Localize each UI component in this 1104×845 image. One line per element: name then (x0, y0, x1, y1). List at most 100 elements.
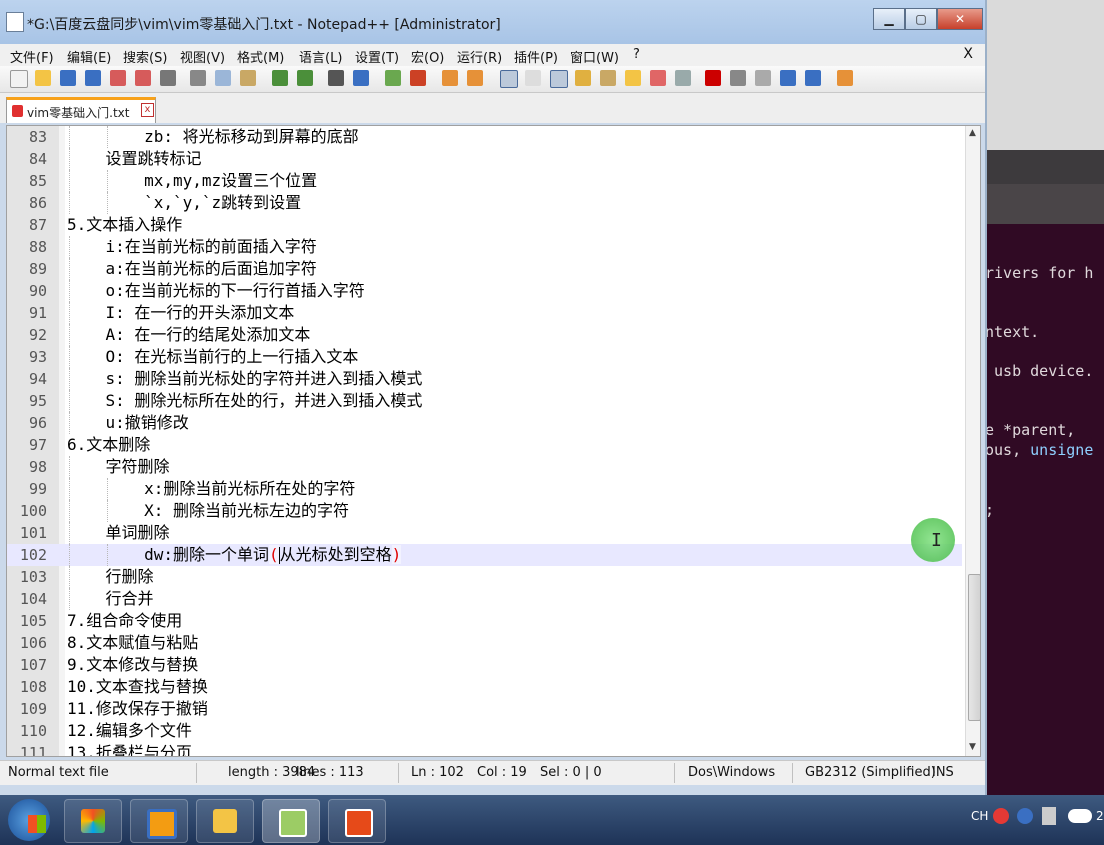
title-bar[interactable]: *G:\百度云盘同步\vim\vim零基础入门.txt - Notepad++ … (0, 0, 985, 44)
editor-line[interactable]: 106 8.文本赋值与粘贴 (7, 632, 962, 654)
word-wrap-icon[interactable] (500, 70, 518, 88)
text-editor[interactable]: 83 zb: 将光标移动到屏幕的底部 84 设置跳转标记 85 mx,my,mz设置… (6, 125, 981, 757)
udl-icon[interactable] (575, 70, 591, 86)
new-file-icon[interactable] (10, 70, 28, 88)
editor-line[interactable]: 109 11.修改保存于撤销 (7, 698, 962, 720)
editor-line[interactable]: 91 I: 在一行的开头添加文本 (7, 302, 962, 324)
editor-line[interactable]: 83 zb: 将光标移动到屏幕的底部 (7, 126, 962, 148)
close-button[interactable]: ✕ (937, 8, 983, 30)
undo-icon[interactable] (272, 70, 288, 86)
save-macro-icon[interactable] (805, 70, 821, 86)
editor-line[interactable]: 104 行合并 (7, 588, 962, 610)
editor-line[interactable]: 101 单词删除 (7, 522, 962, 544)
editor-line[interactable]: 89 a:在当前光标的后面追加字符 (7, 258, 962, 280)
save-icon[interactable] (60, 70, 76, 86)
save-all-icon[interactable] (85, 70, 101, 86)
doc-map-icon[interactable] (600, 70, 616, 86)
menu-language[interactable]: 语言(L) (299, 47, 342, 66)
function-list-icon[interactable] (625, 70, 641, 86)
menu-format[interactable]: 格式(M) (237, 47, 284, 66)
tray-cloud-icon[interactable] (1068, 809, 1092, 823)
menu-settings[interactable]: 设置(T) (355, 47, 399, 66)
minimize-button[interactable]: ▁ (873, 8, 905, 30)
vertical-scrollbar[interactable]: ▲ ▼ (965, 126, 980, 756)
editor-line[interactable]: 88 i:在当前光标的前面插入字符 (7, 236, 962, 258)
editor-line[interactable]: 102 dw:删除一个单词(从光标处到空格) (7, 544, 962, 566)
find-icon[interactable] (328, 70, 344, 86)
editor-line[interactable]: 110 12.编辑多个文件 (7, 720, 962, 742)
tray-clock[interactable]: 2 (1096, 809, 1104, 823)
indent-guide-icon[interactable] (550, 70, 568, 88)
editor-line[interactable]: 111 13.折叠栏与分页 (7, 742, 962, 756)
menu-window[interactable]: 窗口(W) (570, 47, 619, 66)
zoom-out-icon[interactable] (410, 70, 426, 86)
taskbar-app-vmware[interactable] (130, 799, 188, 843)
editor-line[interactable]: 105 7.组合命令使用 (7, 610, 962, 632)
cut-icon[interactable] (190, 70, 206, 86)
scrollbar-thumb[interactable] (968, 574, 980, 721)
menu-macro[interactable]: 宏(O) (411, 47, 444, 66)
editor-line[interactable]: 90 o:在当前光标的下一行行首插入字符 (7, 280, 962, 302)
tray-language[interactable]: CH (971, 809, 988, 823)
editor-line[interactable]: 97 6.文本删除 (7, 434, 962, 456)
tab-document[interactable]: vim零基础入门.txt x (6, 97, 156, 123)
editor-line[interactable]: 107 9.文本修改与替换 (7, 654, 962, 676)
tray-network-icon[interactable] (1042, 807, 1056, 825)
editor-line[interactable]: 100 X: 删除当前光标左边的字符 (7, 500, 962, 522)
play-macro-icon[interactable] (755, 70, 771, 86)
menu-search[interactable]: 搜索(S) (123, 47, 167, 66)
monitoring-icon[interactable] (675, 70, 691, 86)
editor-line[interactable]: 84 设置跳转标记 (7, 148, 962, 170)
close-file-icon[interactable] (110, 70, 126, 86)
scroll-up-icon[interactable]: ▲ (969, 128, 976, 138)
tray-help-icon[interactable] (1017, 808, 1033, 824)
tray-sogou-icon[interactable] (993, 808, 1009, 824)
window-title: *G:\百度云盘同步\vim\vim零基础入门.txt - Notepad++ … (27, 17, 501, 33)
show-all-chars-icon[interactable] (525, 70, 541, 86)
taskbar-app-pinwheel[interactable] (64, 799, 122, 843)
replace-icon[interactable] (353, 70, 369, 86)
sync-vertical-icon[interactable] (442, 70, 458, 86)
paste-icon[interactable] (240, 70, 256, 86)
print-icon[interactable] (160, 70, 176, 86)
copy-icon[interactable] (215, 70, 231, 86)
menu-bar: 文件(F) 编辑(E) 搜索(S) 视图(V) 格式(M) 语言(L) 设置(T… (0, 44, 985, 66)
menu-edit[interactable]: 编辑(E) (67, 47, 111, 66)
editor-line[interactable]: 99 x:删除当前光标所在处的字符 (7, 478, 962, 500)
menu-run[interactable]: 运行(R) (457, 47, 502, 66)
editor-line[interactable]: 108 10.文本查找与替换 (7, 676, 962, 698)
editor-line[interactable]: 96 u:撤销修改 (7, 412, 962, 434)
taskbar-app-notepadpp[interactable] (262, 799, 320, 843)
stop-macro-icon[interactable] (730, 70, 746, 86)
start-button[interactable] (8, 799, 50, 841)
maximize-button[interactable]: ▢ (905, 8, 937, 30)
open-file-icon[interactable] (35, 70, 51, 86)
menu-file[interactable]: 文件(F) (10, 47, 54, 66)
editor-line[interactable]: 93 O: 在光标当前行的上一行插入文本 (7, 346, 962, 368)
record-macro-icon[interactable] (705, 70, 721, 86)
taskbar-app-powerpoint[interactable] (328, 799, 386, 843)
run-macro-multiple-icon[interactable] (780, 70, 796, 86)
document-close-button[interactable]: X (963, 46, 973, 62)
menu-help[interactable]: ? (633, 47, 640, 62)
editor-line[interactable]: 94 s: 删除当前光标处的字符并进入到插入模式 (7, 368, 962, 390)
editor-line[interactable]: 95 S: 删除光标所在处的行，并进入到插入模式 (7, 390, 962, 412)
taskbar-app-explorer[interactable] (196, 799, 254, 843)
editor-line[interactable]: 103 行删除 (7, 566, 962, 588)
plugin-icon[interactable] (837, 70, 853, 86)
zoom-in-icon[interactable] (385, 70, 401, 86)
scroll-down-icon[interactable]: ▼ (969, 742, 976, 752)
sync-horizontal-icon[interactable] (467, 70, 483, 86)
menu-view[interactable]: 视图(V) (180, 47, 225, 66)
folder-workspace-icon[interactable] (650, 70, 666, 86)
editor-line[interactable]: 92 A: 在一行的结尾处添加文本 (7, 324, 962, 346)
close-all-icon[interactable] (135, 70, 151, 86)
menu-plugins[interactable]: 插件(P) (514, 47, 558, 66)
tab-close-icon[interactable]: x (141, 103, 154, 117)
redo-icon[interactable] (297, 70, 313, 86)
editor-line[interactable]: 98 字符删除 (7, 456, 962, 478)
editor-line[interactable]: 87 5.文本插入操作 (7, 214, 962, 236)
editor-line[interactable]: 86 `x,`y,`z跳转到设置 (7, 192, 962, 214)
editor-line[interactable]: 85 mx,my,mz设置三个位置 (7, 170, 962, 192)
line-text: 设置跳转标记 (67, 148, 202, 170)
